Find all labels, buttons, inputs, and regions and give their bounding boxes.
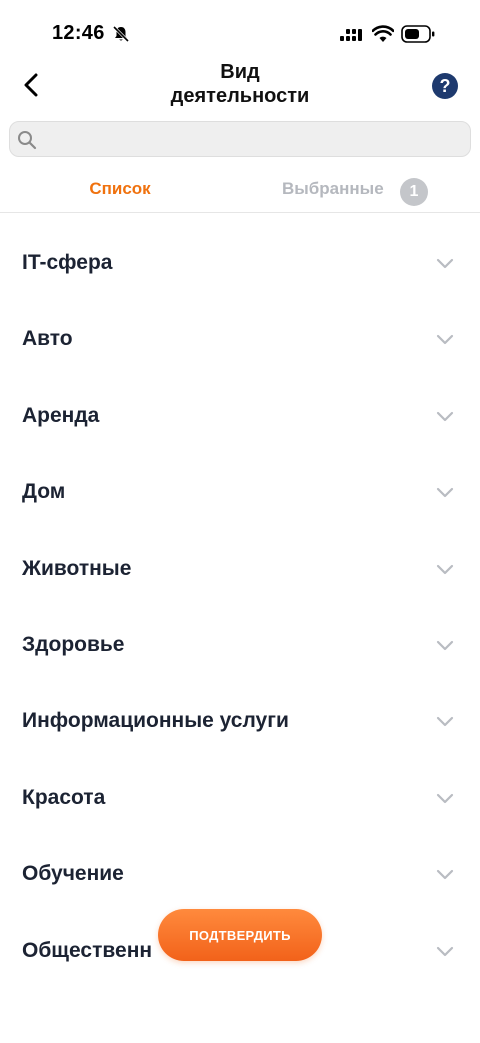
category-label: IT-сфера <box>22 251 113 274</box>
search-icon <box>18 131 37 150</box>
category-label: Здоровье <box>22 632 125 656</box>
chevron-down-icon <box>436 564 454 574</box>
category-row[interactable]: Красота <box>0 761 480 837</box>
chevron-down-icon <box>436 258 454 269</box>
selected-count-badge: 1 <box>400 178 428 206</box>
category-label: Животные <box>22 556 132 580</box>
chevron-down-icon <box>436 870 454 880</box>
category-row[interactable]: Дом <box>0 455 480 531</box>
chevron-down-icon <box>436 793 454 803</box>
category-label: Обучение <box>22 862 124 886</box>
category-row[interactable]: Аренда <box>0 379 480 455</box>
page-title-line1: Вид <box>220 61 260 83</box>
chevron-down-icon <box>436 411 454 421</box>
help-button[interactable]: ? <box>432 73 458 99</box>
battery-icon <box>401 25 435 43</box>
category-list: IT-сфера Авто Аренда Дом Животные Здоров… <box>0 226 480 990</box>
category-label: Информационные услуги <box>22 709 289 733</box>
nav-bar: Вид деятельности ? <box>0 56 480 114</box>
category-row[interactable]: Информационные услуги <box>0 684 480 760</box>
category-label: Общественн <box>22 938 153 962</box>
category-label: Красота <box>22 785 106 809</box>
wifi-icon <box>372 25 394 42</box>
chevron-down-icon <box>436 717 454 727</box>
category-row[interactable]: Авто <box>0 302 480 378</box>
category-row[interactable]: IT-сфера <box>0 226 480 302</box>
tab-list[interactable]: Список <box>66 179 174 199</box>
category-label: Аренда <box>22 403 100 427</box>
chevron-down-icon <box>436 640 454 651</box>
signal-icon <box>340 29 362 41</box>
back-button[interactable] <box>16 68 46 102</box>
page-title-line2: деятельности <box>170 85 310 107</box>
confirm-button[interactable]: ПОДТВЕРДИТЬ <box>158 909 322 961</box>
search-bar[interactable] <box>9 121 471 158</box>
tab-selected[interactable]: Выбранные <box>282 179 384 199</box>
chevron-down-icon <box>436 488 454 498</box>
category-label: Авто <box>22 327 73 351</box>
category-row[interactable]: Обучение <box>0 837 480 913</box>
chevron-down-icon <box>436 335 454 345</box>
status-time: 12:46 <box>52 22 105 44</box>
category-label: Дом <box>22 480 66 504</box>
page-title: Вид деятельности <box>140 60 340 108</box>
chevron-down-icon <box>436 946 454 956</box>
bell-slash-icon <box>112 25 130 43</box>
back-arrow-icon <box>24 73 38 97</box>
search-input[interactable] <box>44 122 468 158</box>
category-row[interactable]: Здоровье <box>0 608 480 684</box>
category-row[interactable]: Животные <box>0 532 480 608</box>
